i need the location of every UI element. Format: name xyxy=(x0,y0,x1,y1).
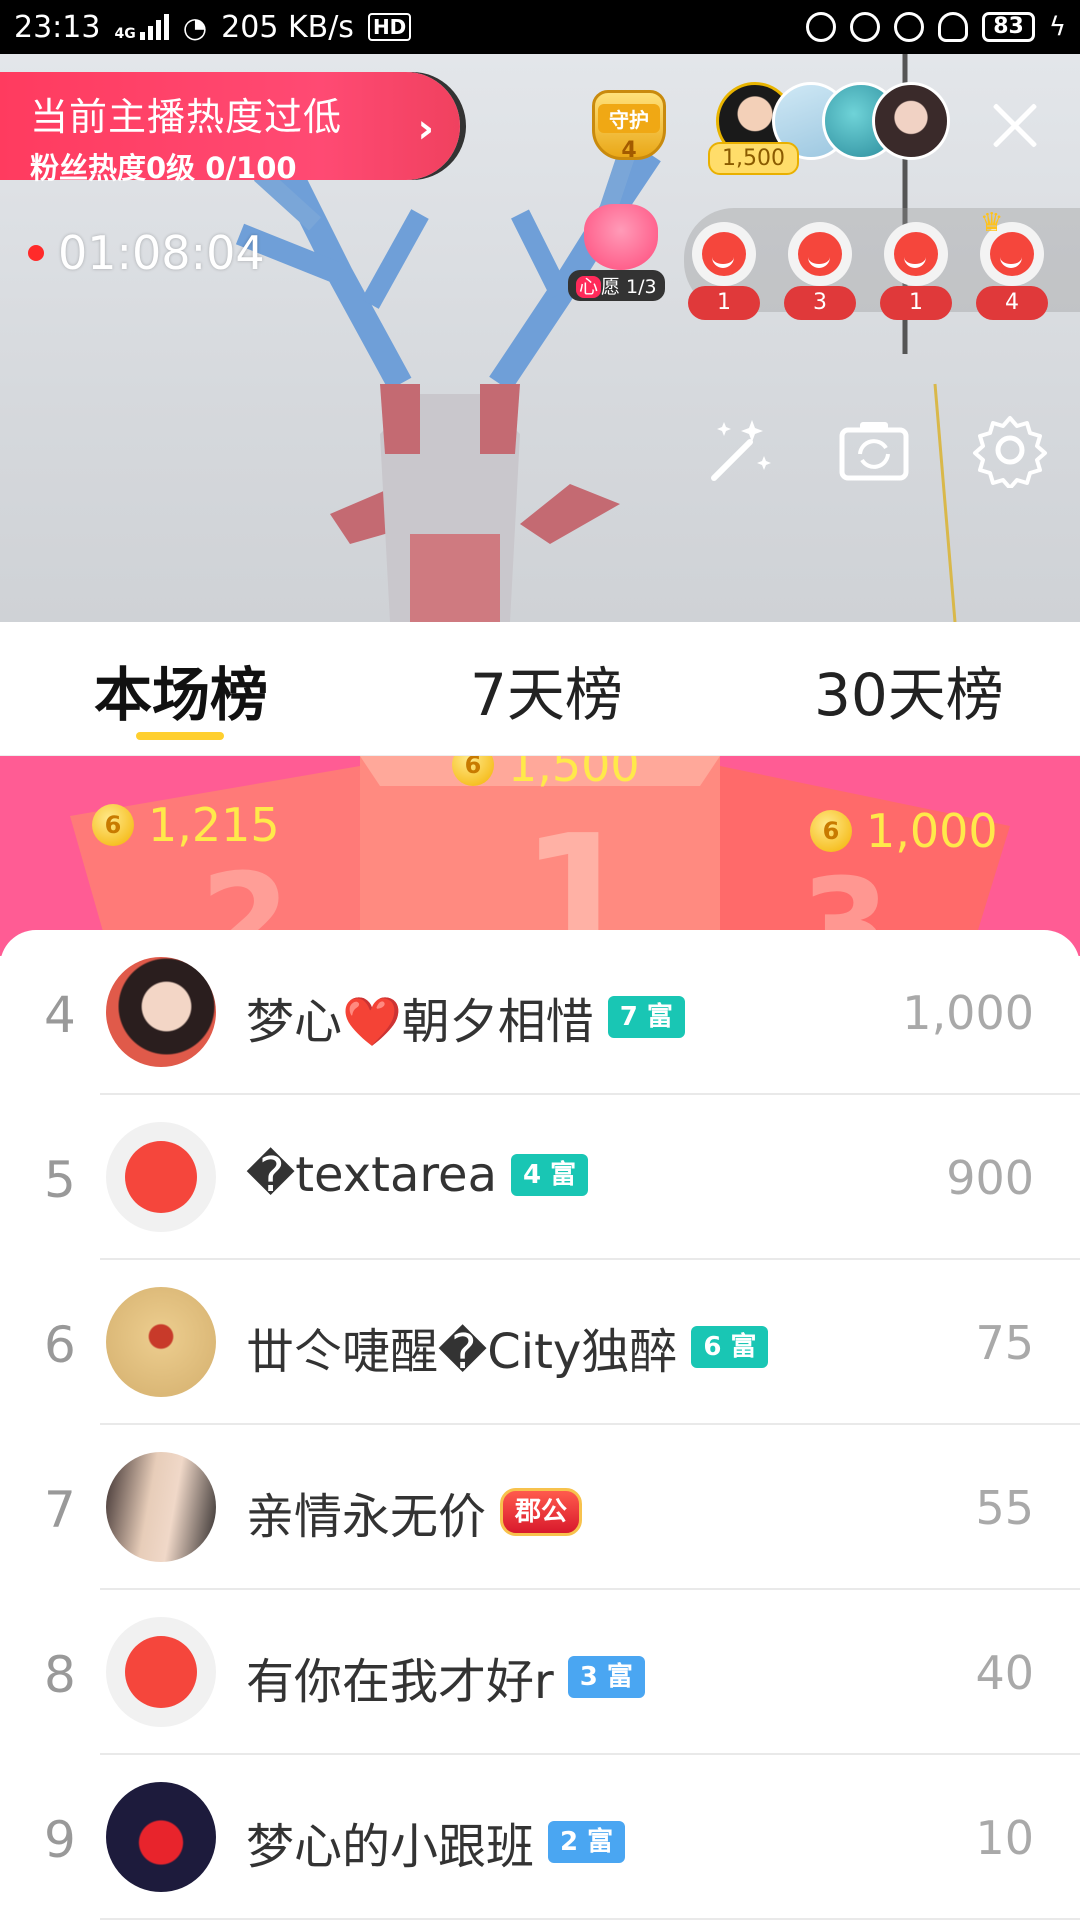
list-item[interactable]: 5 �textarea 4 富 900 xyxy=(0,1095,1080,1260)
contribution-score: 10 xyxy=(975,1811,1034,1865)
rank-number: 9 xyxy=(44,1811,76,1869)
fan-count: 4 xyxy=(976,286,1048,320)
coin-icon: 6 xyxy=(92,804,134,846)
rank-number: 7 xyxy=(44,1481,76,1539)
contribution-score: 75 xyxy=(975,1316,1034,1370)
tab-7-days[interactable]: 7天榜 xyxy=(470,648,623,732)
headphones-icon xyxy=(938,12,969,42)
user-name: 亲情永无价 xyxy=(246,1489,487,1545)
noble-badge: 郡公 xyxy=(500,1488,583,1536)
user-name: 丗仒啑醒�City独醉 xyxy=(246,1324,678,1380)
wealth-badge: 2 富 xyxy=(548,1821,626,1863)
tab-30-days[interactable]: 30天榜 xyxy=(814,648,1004,732)
wealth-badge: 6 富 xyxy=(691,1326,769,1368)
live-dot-icon xyxy=(28,245,44,261)
fan-list[interactable]: 1 3 1 4 xyxy=(684,208,1080,320)
rank-1-score: 6 1,500 xyxy=(452,756,640,792)
wealth-badge: 7 富 xyxy=(607,996,685,1038)
fan-heat-level: 粉丝热度0级 0/100 xyxy=(30,151,297,185)
lock-icon xyxy=(850,12,881,42)
wish-button[interactable]: 心愿 1/3 xyxy=(568,204,672,304)
fan-count: 1 xyxy=(688,286,760,320)
user-name: 梦心❤️朝夕相惜 xyxy=(246,994,594,1050)
tab-indicator xyxy=(136,732,224,740)
beauty-wand-icon[interactable] xyxy=(700,412,776,488)
tab-this-session[interactable]: 本场榜 xyxy=(94,648,268,732)
fan-avatar[interactable]: 1 xyxy=(688,222,760,320)
signal-icon: 4G xyxy=(114,14,169,42)
contribution-score: 900 xyxy=(946,1151,1034,1205)
fan-count: 1 xyxy=(880,286,952,320)
fan-avatar[interactable]: 3 xyxy=(784,222,856,320)
fan-count: 3 xyxy=(784,286,856,320)
rank-3-value: 1,000 xyxy=(866,804,998,858)
rank-number: 6 xyxy=(44,1316,76,1374)
list-item[interactable]: 4 梦心❤️朝夕相惜 7 富 1,000 xyxy=(0,930,1080,1095)
wealth-badge: 4 富 xyxy=(511,1154,589,1196)
rank-number: 8 xyxy=(44,1646,76,1704)
live-timer: 01:08:04 xyxy=(28,226,265,280)
guard-badge[interactable]: 守护 4 xyxy=(584,82,674,170)
viewer-contribution: 1,500 xyxy=(708,142,799,175)
live-video[interactable]: 当前主播热度过低 粉丝热度0级 0/100 › 守护 4 1,500 01:08… xyxy=(0,54,1080,622)
crown-icon: ♛ xyxy=(980,208,1004,238)
settings-gear-icon[interactable] xyxy=(972,412,1048,490)
coin-icon: 6 xyxy=(810,810,852,852)
rank-2-value: 1,215 xyxy=(148,798,280,852)
avatar[interactable] xyxy=(872,82,950,160)
podium: 1 2 3 6 1,215 6 1,500 6 1,000 xyxy=(0,756,1080,956)
avatar[interactable] xyxy=(106,1452,216,1562)
status-bar: 23:13 4G ◔ 205 KB/s HD 83 ϟ xyxy=(0,0,1080,54)
contribution-score: 1,000 xyxy=(902,986,1034,1040)
contribution-score: 40 xyxy=(975,1646,1034,1700)
guard-label: 守护 xyxy=(598,104,660,133)
alarm-icon xyxy=(894,12,925,42)
close-icon[interactable] xyxy=(982,94,1046,158)
list-item[interactable]: 7 亲情永无价 郡公 55 xyxy=(0,1425,1080,1590)
user-name: 有你在我才好r xyxy=(246,1654,554,1710)
list-item[interactable]: 6 丗仒啑醒�City独醉 6 富 75 xyxy=(0,1260,1080,1425)
avatar[interactable] xyxy=(106,957,216,1067)
coin-icon: 6 xyxy=(452,756,494,786)
rank-number: 4 xyxy=(44,986,76,1044)
live-time: 01:08:04 xyxy=(58,226,265,280)
wealth-badge: 3 富 xyxy=(567,1656,645,1698)
ranking-list: 4 梦心❤️朝夕相惜 7 富 1,000 5 �textarea 4 富 900 6… xyxy=(0,930,1080,1920)
network-speed: 205 KB/s xyxy=(221,9,354,45)
switch-camera-icon[interactable] xyxy=(836,412,912,488)
list-item[interactable]: 8 有你在我才好r 3 富 40 xyxy=(0,1590,1080,1755)
ranking-tabs: 本场榜 7天榜 30天榜 xyxy=(0,622,1080,756)
charging-icon: ϟ xyxy=(1048,12,1066,42)
user-name: �textarea xyxy=(246,1147,497,1203)
rank-3-score: 6 1,000 xyxy=(810,804,998,858)
contribution-score: 55 xyxy=(975,1481,1034,1535)
wifi-icon: ◔ xyxy=(182,10,208,44)
battery-icon: 83 xyxy=(982,12,1035,42)
rank-2-score: 6 1,215 xyxy=(92,798,280,852)
chevron-right-icon: › xyxy=(417,106,434,152)
avatar[interactable] xyxy=(106,1287,216,1397)
top-viewers[interactable]: 1,500 xyxy=(708,82,950,175)
heat-title: 当前主播热度过低 xyxy=(30,95,343,139)
hd-icon: HD xyxy=(367,13,412,41)
status-time: 23:13 xyxy=(14,9,101,45)
avatar[interactable] xyxy=(106,1617,216,1727)
rank-number: 5 xyxy=(44,1151,76,1209)
wish-label: 心愿 1/3 xyxy=(568,270,665,301)
wish-prefix: 心 xyxy=(576,276,602,298)
heat-banner[interactable]: 当前主播热度过低 粉丝热度0级 0/100 › xyxy=(0,72,460,185)
fan-avatar[interactable]: 1 xyxy=(880,222,952,320)
wish-progress: 愿 1/3 xyxy=(601,276,657,298)
rank-1-value: 1,500 xyxy=(508,756,640,792)
avatar[interactable] xyxy=(106,1122,216,1232)
network-type: 4G xyxy=(114,26,136,42)
heart-icon xyxy=(584,204,658,270)
user-name: 梦心的小跟班 xyxy=(246,1819,535,1875)
mute-icon xyxy=(806,12,837,42)
guard-count: 4 xyxy=(621,138,637,163)
avatar[interactable] xyxy=(106,1782,216,1892)
list-item[interactable]: 9 梦心的小跟班 2 富 10 xyxy=(0,1755,1080,1920)
